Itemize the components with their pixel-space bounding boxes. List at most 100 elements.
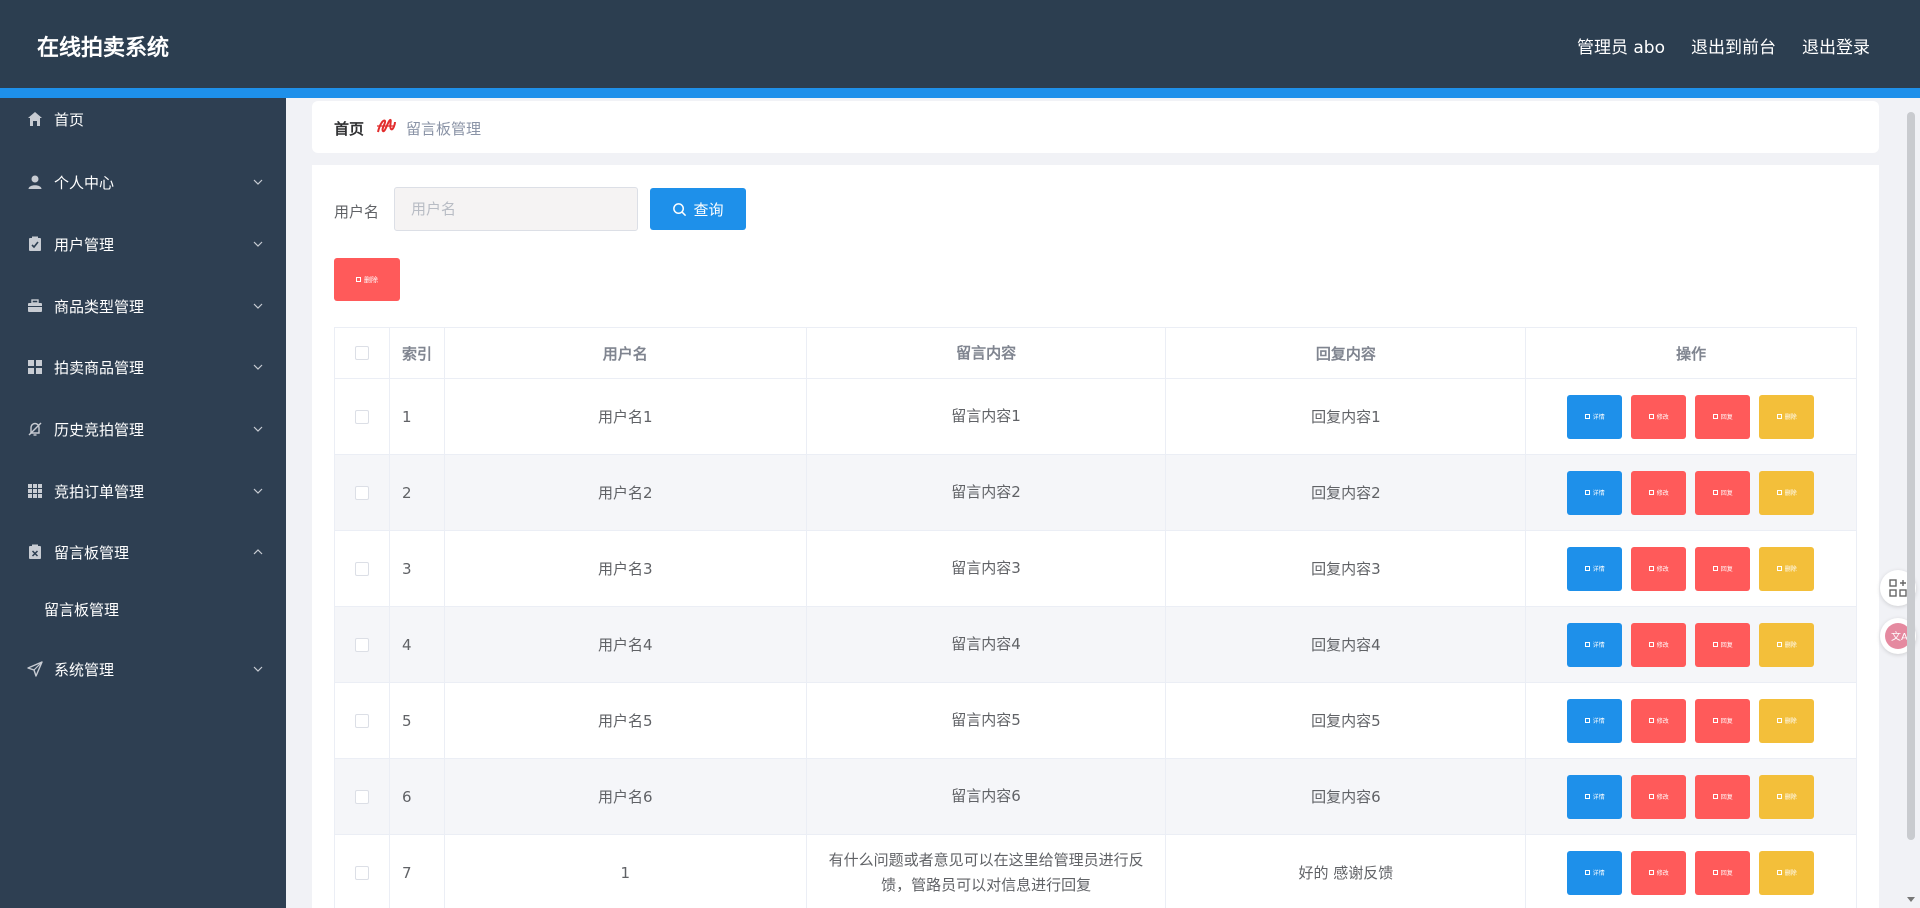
edit-button[interactable]: 修改: [1631, 622, 1687, 667]
edit-button[interactable]: 修改: [1631, 546, 1687, 591]
reply-button[interactable]: 回复: [1695, 546, 1751, 591]
row-checkbox[interactable]: [354, 713, 369, 728]
edit-button[interactable]: 修改: [1631, 774, 1687, 819]
edit-label: 修改: [1656, 414, 1669, 421]
reply-label: 回复: [1720, 490, 1733, 497]
cell-reply: 回复内容4: [1166, 607, 1527, 682]
flourish-icon: [377, 118, 396, 133]
cell-message: 留言内容4: [807, 607, 1167, 682]
sidebar-item-system-management[interactable]: 系统管理: [0, 649, 286, 689]
row-checkbox-cell: [335, 759, 390, 834]
reply-icon: [1712, 718, 1718, 723]
edit-icon: [1648, 794, 1654, 799]
delete-label: 删除: [1784, 870, 1797, 877]
edit-icon: [1648, 566, 1654, 571]
detail-button[interactable]: 详情: [1567, 850, 1623, 895]
breadcrumb-home[interactable]: 首页: [334, 118, 364, 139]
delete-button[interactable]: 删除: [1759, 622, 1815, 667]
edit-icon: [1648, 718, 1654, 723]
delete-button[interactable]: 删除: [1759, 546, 1815, 591]
detail-label: 详情: [1592, 566, 1605, 573]
cell-actions: 详情 修改 回复 删除: [1526, 531, 1858, 606]
row-checkbox[interactable]: [354, 409, 369, 424]
qr-code-icon: [1889, 579, 1907, 597]
detail-label: 详情: [1592, 642, 1605, 649]
sidebar: 首页 个人中心 用户管理 商品类型管理 拍卖商品管理 历史竞拍管理 竞拍订单管理…: [0, 98, 286, 908]
sidebar-item-message-board-management[interactable]: 留言板管理: [0, 532, 286, 572]
table-row: 1 用户名1 留言内容1 回复内容1 详情 修改 回复 删除: [335, 379, 1858, 455]
chevron-down-icon: [253, 241, 263, 247]
detail-button[interactable]: 详情: [1567, 622, 1623, 667]
sidebar-subitem-message-board[interactable]: 留言板管理: [0, 589, 286, 629]
column-header-actions: 操作: [1526, 328, 1857, 378]
page-scrollbar[interactable]: [1907, 112, 1915, 840]
delete-label: 删除: [1784, 642, 1797, 649]
reply-button[interactable]: 回复: [1695, 698, 1751, 743]
reply-button[interactable]: 回复: [1695, 394, 1751, 439]
sidebar-item-label: 首页: [54, 110, 85, 129]
delete-label: 删除: [1784, 566, 1797, 573]
username-search-input[interactable]: [394, 187, 638, 231]
search-label: 用户名: [334, 203, 380, 221]
reply-icon: [1712, 566, 1718, 571]
row-checkbox[interactable]: [354, 561, 369, 576]
row-checkbox[interactable]: [354, 637, 369, 652]
edit-label: 修改: [1656, 718, 1669, 725]
cell-username: 用户名3: [445, 531, 807, 606]
row-checkbox[interactable]: [354, 789, 369, 804]
delete-button[interactable]: 删除: [1759, 850, 1815, 895]
table-row: 7 1 有什么问题或者意见可以在这里给管理员进行反馈，管路员可以对信息进行回复 好的 …: [335, 835, 1858, 908]
delete-button[interactable]: 删除: [1759, 470, 1815, 515]
detail-icon: [1584, 794, 1590, 799]
app-title: 在线拍卖系统: [37, 36, 170, 61]
detail-button[interactable]: 详情: [1567, 698, 1623, 743]
edit-button[interactable]: 修改: [1631, 470, 1687, 515]
edit-button[interactable]: 修改: [1631, 850, 1687, 895]
search-button[interactable]: 查询: [650, 188, 746, 230]
edit-button[interactable]: 修改: [1631, 394, 1687, 439]
detail-button[interactable]: 详情: [1567, 546, 1623, 591]
select-all-checkbox[interactable]: [354, 346, 369, 360]
reply-label: 回复: [1720, 718, 1733, 725]
delete-button[interactable]: 删除: [1759, 394, 1815, 439]
sidebar-item-home[interactable]: 首页: [0, 99, 286, 139]
chevron-down-icon: [253, 303, 263, 309]
sidebar-item-user-management[interactable]: 用户管理: [0, 224, 286, 264]
admin-user-link[interactable]: 管理员 abo: [1577, 33, 1665, 58]
edit-button[interactable]: 修改: [1631, 698, 1687, 743]
reply-button[interactable]: 回复: [1695, 774, 1751, 819]
edit-label: 修改: [1656, 870, 1669, 877]
reply-button[interactable]: 回复: [1695, 850, 1751, 895]
sidebar-item-label: 个人中心: [54, 173, 115, 192]
exit-to-frontend-link[interactable]: 退出到前台: [1691, 33, 1776, 58]
detail-button[interactable]: 详情: [1567, 774, 1623, 819]
delete-button[interactable]: 删除: [1759, 698, 1815, 743]
edit-label: 修改: [1656, 490, 1669, 497]
svg-text:文A: 文A: [1891, 630, 1908, 643]
detail-button[interactable]: 详情: [1567, 394, 1623, 439]
sidebar-item-bid-order-management[interactable]: 竞拍订单管理: [0, 471, 286, 511]
logout-link[interactable]: 退出登录: [1802, 33, 1870, 58]
row-checkbox[interactable]: [354, 485, 369, 500]
delete-icon: [1776, 870, 1782, 875]
reply-label: 回复: [1720, 414, 1733, 421]
detail-button[interactable]: 详情: [1567, 470, 1623, 515]
delete-label: 删除: [1784, 414, 1797, 421]
reply-button[interactable]: 回复: [1695, 470, 1751, 515]
row-checkbox[interactable]: [354, 865, 369, 880]
reply-button[interactable]: 回复: [1695, 622, 1751, 667]
clipboard-icon: [26, 235, 44, 253]
scroll-down-arrow-icon[interactable]: [1906, 894, 1916, 904]
cell-actions: 详情 修改 回复 删除: [1526, 683, 1858, 758]
sidebar-item-personal-center[interactable]: 个人中心: [0, 162, 286, 202]
cell-message: 留言内容6: [807, 759, 1167, 834]
batch-delete-button[interactable]: 删除: [334, 258, 400, 301]
delete-button[interactable]: 删除: [1759, 774, 1815, 819]
batch-delete-label: 删除: [364, 275, 378, 284]
sidebar-item-bid-history-management[interactable]: 历史竞拍管理: [0, 409, 286, 449]
sidebar-item-label: 竞拍订单管理: [54, 482, 145, 501]
sidebar-item-auction-product-management[interactable]: 拍卖商品管理: [0, 347, 286, 387]
detail-label: 详情: [1592, 490, 1605, 497]
delete-icon: [1776, 718, 1782, 723]
sidebar-item-product-type-management[interactable]: 商品类型管理: [0, 286, 286, 326]
